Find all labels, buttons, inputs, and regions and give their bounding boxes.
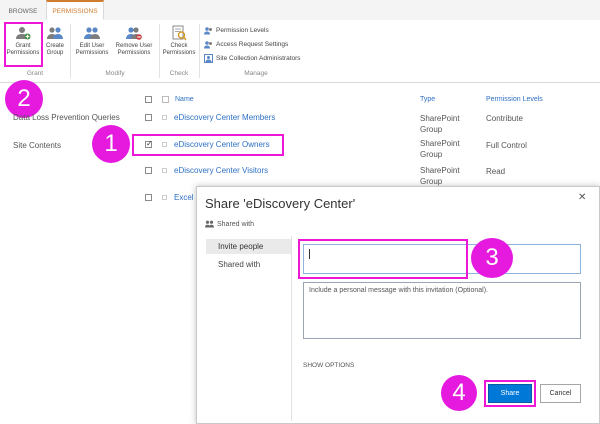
message-placeholder: Include a personal message with this inv… (309, 287, 488, 294)
row-checkbox[interactable] (145, 194, 152, 201)
side-item-invite-people[interactable]: Invite people (218, 242, 263, 251)
cancel-button[interactable]: Cancel (540, 384, 581, 403)
callout-3: 3 (471, 238, 513, 278)
site-collection-administrators-button[interactable]: Site Collection Administrators (204, 54, 301, 63)
column-header-type[interactable]: Type (420, 96, 435, 103)
highlight-box-share (484, 380, 536, 407)
show-options-link[interactable]: SHOW OPTIONS (303, 362, 354, 369)
check-permissions-icon (172, 25, 187, 41)
remove-user-permissions-label-2: Permissions (117, 50, 151, 56)
nav-link-site-contents[interactable]: Site Contents (13, 141, 61, 150)
check-permissions-label-2: Permissions (162, 50, 196, 56)
tab-browse[interactable]: BROWSE (5, 4, 41, 20)
access-request-settings-button[interactable]: Access Request Settings (204, 40, 288, 49)
users-icon (204, 27, 212, 35)
group-label-modify: Modify (105, 70, 125, 77)
row-select-handle[interactable] (162, 195, 167, 200)
row-checkbox[interactable] (145, 167, 152, 174)
row-checkbox[interactable] (145, 114, 152, 121)
group-label-grant: Grant (26, 70, 44, 77)
check-permissions-button[interactable]: Check Permissions (161, 25, 197, 57)
ribbon-separator (199, 24, 200, 78)
edit-user-permissions-label-1: Edit User (79, 43, 105, 49)
group-label-manage: Manage (244, 70, 268, 77)
create-group-button[interactable]: Create Group (43, 25, 67, 57)
remove-user-permissions-button[interactable]: Remove User Permissions (112, 25, 156, 57)
permission-levels-label: Permission Levels (216, 27, 269, 34)
header-icon-checkbox (162, 96, 169, 103)
row-permission-level: Contribute (486, 114, 523, 123)
shared-with-link[interactable]: Shared with (205, 220, 254, 228)
remove-user-permissions-label-1: Remove User (115, 43, 153, 49)
row-permission-level: Read (486, 167, 506, 176)
edit-user-permissions-label-2: Permissions (75, 50, 109, 56)
side-item-shared-with[interactable]: Shared with (218, 260, 260, 269)
group-link-excel[interactable]: Excel (174, 193, 194, 202)
callout-1: 1 (92, 125, 130, 163)
edit-users-icon (84, 27, 100, 39)
highlight-box-invite (298, 239, 468, 279)
highlight-box-owners (132, 134, 284, 156)
permission-levels-button[interactable]: Permission Levels (204, 26, 269, 35)
remove-users-icon (126, 27, 142, 40)
people-icon (205, 220, 214, 228)
select-all-checkbox[interactable] (145, 96, 152, 103)
access-request-settings-label: Access Request Settings (216, 41, 289, 48)
create-group-label-1: Create (45, 43, 64, 49)
close-icon[interactable]: ✕ (578, 192, 586, 203)
column-header-permission-levels[interactable]: Permission Levels (486, 96, 543, 103)
users-icon (204, 41, 212, 49)
row-type: SharePoint Group (420, 166, 460, 186)
admin-icon (204, 54, 213, 63)
site-collection-administrators-label: Site Collection Administrators (216, 55, 301, 62)
ribbon-separator (159, 24, 160, 78)
group-icon (47, 27, 63, 39)
row-select-handle[interactable] (162, 115, 167, 120)
row-type: SharePoint Group (420, 114, 460, 134)
check-permissions-label-1: Check (170, 43, 188, 49)
nav-link-data-loss-prevention[interactable]: Data Loss Prevention Queries (13, 112, 123, 124)
shared-with-label: Shared with (217, 220, 254, 228)
group-link-members[interactable]: eDiscovery Center Members (174, 113, 275, 122)
dialog-title: Share 'eDiscovery Center' (205, 196, 356, 211)
tab-permissions[interactable]: PERMISSIONS (46, 0, 104, 20)
group-label-check: Check (169, 70, 189, 77)
row-permission-level: Full Control (486, 141, 527, 150)
row-type: SharePoint Group (420, 139, 460, 159)
row-select-handle[interactable] (162, 168, 167, 173)
highlight-box-grant (4, 22, 43, 67)
edit-user-permissions-button[interactable]: Edit User Permissions (74, 25, 110, 57)
create-group-label-2: Group (46, 50, 64, 56)
group-link-visitors[interactable]: eDiscovery Center Visitors (174, 166, 268, 175)
callout-4: 4 (441, 375, 477, 411)
ribbon-separator (70, 24, 71, 78)
column-header-name[interactable]: Name (175, 96, 194, 103)
